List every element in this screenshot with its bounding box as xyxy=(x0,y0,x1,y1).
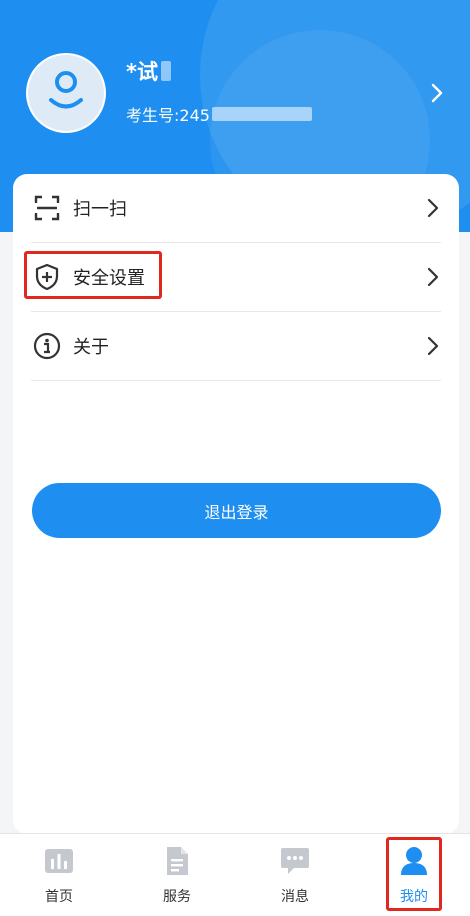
tab-home[interactable]: 首页 xyxy=(14,834,104,916)
redaction-mask xyxy=(160,61,171,81)
bottom-tab-bar: 首页 服务 消息 我的 xyxy=(0,833,470,916)
shield-plus-icon xyxy=(33,263,61,291)
user-name-text: *试 xyxy=(126,60,158,84)
chevron-right-icon[interactable] xyxy=(430,82,444,108)
candidate-number: 考生号:245 xyxy=(126,102,312,126)
menu-item-scan[interactable]: 扫一扫 xyxy=(31,174,441,243)
user-name: *试 xyxy=(126,56,171,86)
message-icon xyxy=(280,846,310,876)
menu-item-label: 关于 xyxy=(73,337,109,358)
menu-item-label: 安全设置 xyxy=(73,268,145,289)
chart-icon xyxy=(44,846,74,876)
redaction-mask xyxy=(211,107,312,121)
tab-label: 我的 xyxy=(400,889,428,905)
tab-label: 消息 xyxy=(281,889,309,905)
chevron-right-icon xyxy=(427,336,439,360)
profile-section[interactable]: *试 考生号:245 xyxy=(0,0,470,175)
tab-label: 服务 xyxy=(163,889,191,905)
tab-label: 首页 xyxy=(45,889,73,905)
chevron-right-icon xyxy=(427,198,439,222)
tab-services[interactable]: 服务 xyxy=(132,834,222,916)
document-icon xyxy=(165,846,189,876)
logout-button[interactable]: 退出登录 xyxy=(32,483,441,538)
chevron-right-icon xyxy=(427,267,439,291)
scan-icon xyxy=(33,194,61,222)
menu-item-label: 扫一扫 xyxy=(73,199,127,220)
info-icon xyxy=(33,332,61,360)
tab-mine[interactable]: 我的 xyxy=(369,834,459,916)
user-icon xyxy=(400,846,428,876)
menu-item-security-settings[interactable]: 安全设置 xyxy=(31,243,441,312)
tab-messages[interactable]: 消息 xyxy=(250,834,340,916)
avatar[interactable] xyxy=(26,53,106,133)
candidate-number-text: 考生号:245 xyxy=(126,106,210,125)
avatar-face-icon xyxy=(28,55,104,131)
menu-item-about[interactable]: 关于 xyxy=(31,312,441,381)
